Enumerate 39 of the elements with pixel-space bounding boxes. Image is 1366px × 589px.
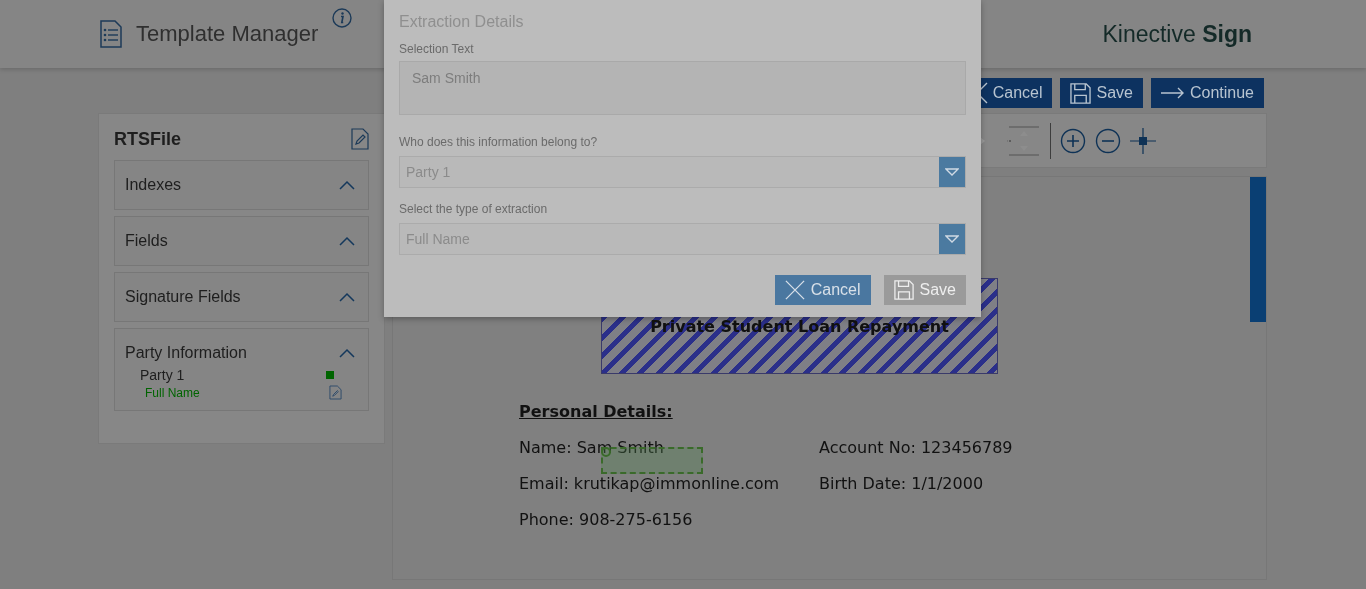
section-heading: Personal Details: — [519, 402, 673, 421]
accordion-section[interactable]: Signature Fields — [114, 272, 369, 322]
dropdown-caret-icon — [945, 235, 959, 243]
field-text: Email: krutikap@immonline.com — [519, 474, 780, 493]
caret-icon[interactable] — [339, 236, 355, 246]
accordion-section[interactable]: Fields — [114, 216, 369, 266]
scrollbar-thumb[interactable] — [1250, 177, 1266, 322]
field-label: Select the type of extraction — [399, 202, 549, 216]
accordion-section[interactable]: Party Information Party 1 Full Name — [114, 328, 369, 411]
action-button[interactable]: Continue — [1150, 78, 1264, 108]
party-name[interactable]: Party 1 — [140, 367, 185, 383]
list-document-icon — [100, 20, 122, 48]
field-label: Who does this information belong to? — [399, 135, 599, 149]
field-label: Selection Text — [399, 42, 475, 56]
page-title: Template Manager — [136, 21, 319, 47]
close-icon — [784, 280, 805, 300]
dialog-button[interactable]: Cancel — [774, 275, 871, 305]
crosshair-icon[interactable] — [1130, 127, 1156, 154]
right-arrow-icon — [1160, 87, 1185, 99]
caret-icon[interactable] — [339, 180, 355, 190]
zoom-out-icon[interactable] — [1095, 127, 1121, 154]
caret-icon[interactable] — [339, 348, 355, 358]
section-label: Signature Fields — [125, 288, 241, 306]
section-label: Indexes — [125, 176, 182, 194]
accordion-section[interactable]: Indexes — [114, 160, 369, 210]
edit-icon[interactable] — [351, 128, 369, 150]
action-button[interactable]: Save — [1060, 78, 1143, 108]
field-text: Phone: 908-275-6156 — [519, 510, 693, 529]
edit-icon[interactable] — [329, 385, 342, 400]
caret-icon[interactable] — [339, 292, 355, 302]
field-text: Account No: 123456789 — [819, 438, 1013, 457]
brand-logo: Kinective Sign — [1102, 20, 1252, 48]
field-text: Birth Date: 1/1/2000 — [819, 474, 984, 493]
zoom-in-icon[interactable] — [1060, 127, 1086, 154]
dropdown-caret-icon — [945, 168, 959, 176]
section-label: Party Information — [125, 344, 247, 362]
file-title: RTSFile — [114, 128, 181, 150]
info-icon[interactable] — [332, 8, 353, 28]
section-label: Fields — [125, 232, 168, 250]
